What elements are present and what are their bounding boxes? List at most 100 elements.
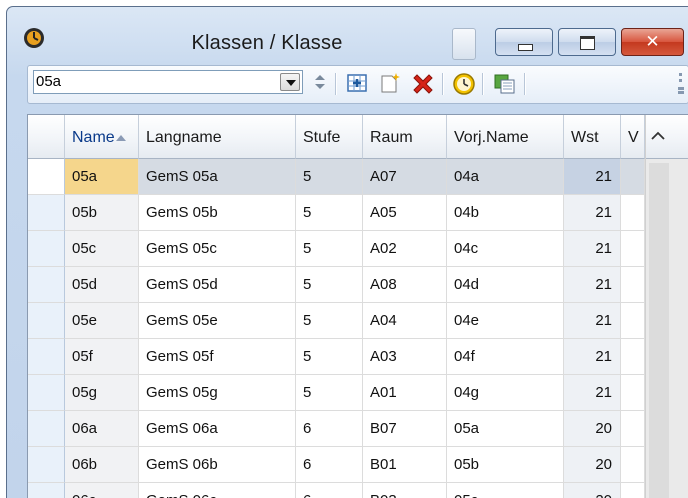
column-header-vorj-name[interactable]: Vorj.Name — [447, 115, 564, 159]
cell-name[interactable]: 06c — [65, 483, 139, 498]
classes-grid[interactable]: Name Langname Stufe Raum Vorj.Name Wst V… — [27, 114, 688, 498]
row-indicator[interactable] — [28, 231, 65, 267]
row-indicator[interactable] — [28, 159, 65, 195]
spin-down-icon[interactable] — [315, 84, 325, 89]
title-bar[interactable]: Klassen / Klasse ✕ — [7, 7, 688, 65]
spin-up-icon[interactable] — [315, 75, 325, 80]
row-indicator[interactable] — [28, 411, 65, 447]
minimize-button[interactable] — [495, 28, 553, 56]
cell-raum[interactable]: B07 — [363, 411, 447, 447]
cell-name[interactable]: 05d — [65, 267, 139, 303]
close-button[interactable]: ✕ — [621, 28, 684, 56]
cell-stufe[interactable]: 5 — [296, 339, 363, 375]
cell-vorj-name[interactable]: 04g — [447, 375, 564, 411]
row-indicator[interactable] — [28, 447, 65, 483]
title-bar-tab-button[interactable] — [452, 28, 476, 60]
cell-stufe[interactable]: 5 — [296, 159, 363, 195]
grid-add-button[interactable] — [345, 71, 371, 97]
cell-raum[interactable]: B01 — [363, 447, 447, 483]
cell-wst[interactable]: 21 — [564, 231, 621, 267]
cell-stufe[interactable]: 5 — [296, 231, 363, 267]
maximize-button[interactable] — [558, 28, 616, 56]
cell-langname[interactable]: GemS 05c — [139, 231, 296, 267]
cell-vorj-name[interactable]: 05a — [447, 411, 564, 447]
table-row[interactable]: 06a GemS 06a 6 B07 05a 20 — [28, 411, 645, 447]
cell-raum[interactable]: A05 — [363, 195, 447, 231]
new-button[interactable] — [378, 71, 404, 97]
row-indicator[interactable] — [28, 339, 65, 375]
dropdown-arrow-icon[interactable] — [280, 73, 300, 91]
cell-langname[interactable]: GemS 06c — [139, 483, 296, 498]
cell-v[interactable] — [621, 339, 645, 375]
cell-wst[interactable]: 21 — [564, 339, 621, 375]
cell-wst[interactable]: 20 — [564, 411, 621, 447]
time-button[interactable] — [451, 71, 477, 97]
cell-vorj-name[interactable]: 04f — [447, 339, 564, 375]
column-header-v[interactable]: V — [621, 115, 645, 159]
cell-wst[interactable]: 21 — [564, 267, 621, 303]
cell-vorj-name[interactable]: 04b — [447, 195, 564, 231]
row-indicator[interactable] — [28, 375, 65, 411]
cell-raum[interactable]: A04 — [363, 303, 447, 339]
cell-raum[interactable]: A08 — [363, 267, 447, 303]
row-indicator-header[interactable] — [28, 115, 65, 159]
cell-v[interactable] — [621, 447, 645, 483]
cell-wst[interactable]: 21 — [564, 159, 621, 195]
copy-button[interactable] — [492, 71, 518, 97]
column-header-name[interactable]: Name — [65, 115, 139, 159]
cell-vorj-name[interactable]: 04c — [447, 231, 564, 267]
cell-name[interactable]: 05c — [65, 231, 139, 267]
cell-v[interactable] — [621, 375, 645, 411]
cell-name[interactable]: 05g — [65, 375, 139, 411]
cell-wst[interactable]: 21 — [564, 375, 621, 411]
cell-langname[interactable]: GemS 06a — [139, 411, 296, 447]
row-indicator[interactable] — [28, 195, 65, 231]
table-row[interactable]: 05e GemS 05e 5 A04 04e 21 — [28, 303, 645, 339]
cell-name[interactable]: 06b — [65, 447, 139, 483]
table-row[interactable]: 06cGemS 06c6B0305c20 — [28, 483, 645, 498]
cell-v[interactable] — [621, 195, 645, 231]
cell-v[interactable] — [621, 411, 645, 447]
cell-vorj-name[interactable]: 04d — [447, 267, 564, 303]
column-header-wst[interactable]: Wst — [564, 115, 621, 159]
cell-vorj-name[interactable]: 04e — [447, 303, 564, 339]
row-indicator[interactable] — [28, 483, 65, 498]
delete-button[interactable] — [410, 71, 436, 97]
table-row[interactable]: 05c GemS 05c 5 A02 04c 21 — [28, 231, 645, 267]
class-selector-combobox[interactable]: 05a — [33, 70, 303, 94]
cell-vorj-name[interactable]: 05c — [447, 483, 564, 498]
column-header-raum[interactable]: Raum — [363, 115, 447, 159]
cell-v[interactable] — [621, 267, 645, 303]
table-row[interactable]: 05g GemS 05g 5 A01 04g 21 — [28, 375, 645, 411]
cell-name[interactable]: 06a — [65, 411, 139, 447]
cell-vorj-name[interactable]: 05b — [447, 447, 564, 483]
cell-langname[interactable]: GemS 05e — [139, 303, 296, 339]
column-header-langname[interactable]: Langname — [139, 115, 296, 159]
cell-langname[interactable]: GemS 05a — [139, 159, 296, 195]
table-row[interactable]: 05f GemS 05f 5 A03 04f 21 — [28, 339, 645, 375]
cell-stufe[interactable]: 6 — [296, 483, 363, 498]
cell-stufe[interactable]: 5 — [296, 375, 363, 411]
cell-langname[interactable]: GemS 05d — [139, 267, 296, 303]
cell-stufe[interactable]: 5 — [296, 195, 363, 231]
table-row[interactable]: 06b GemS 06b 6 B01 05b 20 — [28, 447, 645, 483]
scroll-up-button[interactable] — [646, 115, 688, 159]
cell-langname[interactable]: GemS 05b — [139, 195, 296, 231]
cell-name[interactable]: 05f — [65, 339, 139, 375]
cell-name[interactable]: 05b — [65, 195, 139, 231]
cell-raum[interactable]: A07 — [363, 159, 447, 195]
cell-wst[interactable]: 21 — [564, 195, 621, 231]
cell-langname[interactable]: GemS 05g — [139, 375, 296, 411]
cell-wst[interactable]: 20 — [564, 483, 621, 498]
cell-name[interactable]: 05e — [65, 303, 139, 339]
table-row[interactable]: 05d GemS 05d 5 A08 04d 21 — [28, 267, 645, 303]
cell-stufe[interactable]: 5 — [296, 303, 363, 339]
vertical-scrollbar[interactable] — [645, 115, 688, 498]
cell-raum[interactable]: A03 — [363, 339, 447, 375]
cell-name[interactable]: 05a — [65, 159, 139, 195]
cell-raum[interactable]: A01 — [363, 375, 447, 411]
cell-stufe[interactable]: 6 — [296, 411, 363, 447]
row-indicator[interactable] — [28, 303, 65, 339]
cell-v[interactable] — [621, 303, 645, 339]
cell-v[interactable] — [621, 159, 645, 195]
